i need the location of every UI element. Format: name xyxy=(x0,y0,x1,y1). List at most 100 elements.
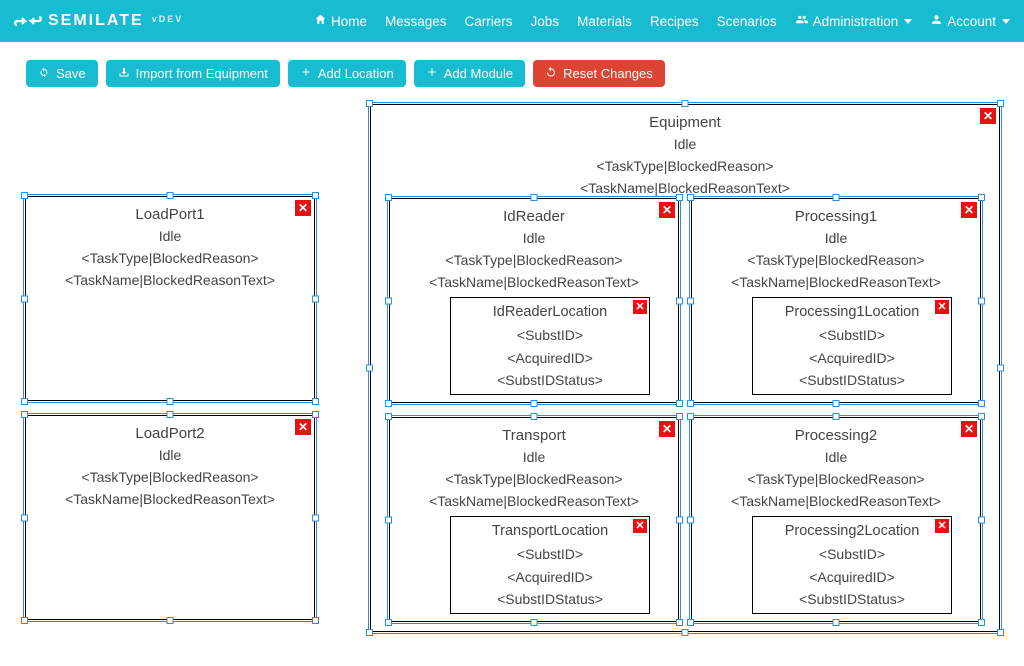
close-icon[interactable]: ✕ xyxy=(980,108,996,124)
location-l1: <SubstID> xyxy=(451,543,649,565)
import-button[interactable]: Import from Equipment xyxy=(106,60,280,87)
location-title: Processing2Location xyxy=(753,517,951,543)
nav-items: Home Messages Carriers Jobs Materials Re… xyxy=(314,13,1010,29)
diagram-canvas[interactable]: ✕ Equipment Idle <TaskType|BlockedReason… xyxy=(0,99,1024,659)
brand-logo-icon xyxy=(14,12,42,30)
close-icon[interactable]: ✕ xyxy=(935,300,949,314)
nav-materials[interactable]: Materials xyxy=(577,14,632,29)
nav-administration[interactable]: Administration xyxy=(795,13,913,29)
block-line2: <TaskName|BlockedReasonText> xyxy=(30,270,310,292)
add-location-button-label: Add Location xyxy=(318,66,394,81)
block-title: Transport xyxy=(394,424,674,447)
close-icon[interactable]: ✕ xyxy=(659,202,675,218)
block-line1: <TaskType|BlockedReason> xyxy=(696,250,976,272)
block-header: Equipment Idle <TaskType|BlockedReason> … xyxy=(371,105,999,201)
import-button-label: Import from Equipment xyxy=(136,66,268,81)
plus-icon xyxy=(426,66,438,81)
location-l3: <SubstIDStatus> xyxy=(451,369,649,391)
nav-account[interactable]: Account xyxy=(930,13,1010,29)
nav-scenarios[interactable]: Scenarios xyxy=(717,14,777,29)
block-state: Idle xyxy=(30,445,310,467)
nav-home[interactable]: Home xyxy=(314,13,367,29)
block-processing1-location[interactable]: ✕ Processing1Location <SubstID> <Acquire… xyxy=(752,297,952,395)
block-state: Idle xyxy=(30,226,310,248)
location-title: Processing1Location xyxy=(753,298,951,324)
brand[interactable]: SEMILATE vDEV xyxy=(14,12,183,30)
block-transport-location[interactable]: ✕ TransportLocation <SubstID> <AcquiredI… xyxy=(450,516,650,614)
block-title: LoadPort2 xyxy=(30,422,310,445)
close-icon[interactable]: ✕ xyxy=(961,202,977,218)
location-l1: <SubstID> xyxy=(451,324,649,346)
block-state: Idle xyxy=(394,447,674,469)
add-module-button-label: Add Module xyxy=(444,66,513,81)
block-header: Processing2 Idle <TaskType|BlockedReason… xyxy=(692,418,980,514)
close-icon[interactable]: ✕ xyxy=(961,421,977,437)
plus-icon xyxy=(300,66,312,81)
location-l1: <SubstID> xyxy=(753,543,951,565)
block-state: Idle xyxy=(394,228,674,250)
nav-recipes[interactable]: Recipes xyxy=(650,14,699,29)
block-line2: <TaskName|BlockedReasonText> xyxy=(696,272,976,294)
nav-administration-label: Administration xyxy=(813,14,899,29)
save-button-label: Save xyxy=(56,66,86,81)
block-header: LoadPort2 Idle <TaskType|BlockedReason> … xyxy=(26,416,314,512)
add-location-button[interactable]: Add Location xyxy=(288,60,406,87)
block-title: LoadPort1 xyxy=(30,203,310,226)
nav-messages[interactable]: Messages xyxy=(385,14,447,29)
block-title: IdReader xyxy=(394,205,674,228)
close-icon[interactable]: ✕ xyxy=(295,200,311,216)
nav-carriers[interactable]: Carriers xyxy=(465,14,513,29)
location-l3: <SubstIDStatus> xyxy=(753,588,951,610)
block-line1: <TaskType|BlockedReason> xyxy=(696,469,976,491)
close-icon[interactable]: ✕ xyxy=(659,421,675,437)
user-icon xyxy=(930,13,943,29)
location-l2: <AcquiredID> xyxy=(451,566,649,588)
block-idreader-location[interactable]: ✕ IdReaderLocation <SubstID> <AcquiredID… xyxy=(450,297,650,395)
block-line1: <TaskType|BlockedReason> xyxy=(394,469,674,491)
refresh-icon xyxy=(38,66,50,81)
block-loadport1[interactable]: ✕ LoadPort1 Idle <TaskType|BlockedReason… xyxy=(25,196,315,401)
location-l2: <AcquiredID> xyxy=(753,566,951,588)
toolbar: Save Import from Equipment Add Location … xyxy=(0,42,1024,99)
block-line2: <TaskName|BlockedReasonText> xyxy=(394,272,674,294)
chevron-down-icon xyxy=(904,19,912,24)
block-line2: <TaskName|BlockedReasonText> xyxy=(696,491,976,513)
block-transport[interactable]: ✕ Transport Idle <TaskType|BlockedReason… xyxy=(389,417,679,622)
add-module-button[interactable]: Add Module xyxy=(414,60,525,87)
block-title: Processing2 xyxy=(696,424,976,447)
block-processing2[interactable]: ✕ Processing2 Idle <TaskType|BlockedReas… xyxy=(691,417,981,622)
block-loadport2[interactable]: ✕ LoadPort2 Idle <TaskType|BlockedReason… xyxy=(25,415,315,620)
nav-jobs[interactable]: Jobs xyxy=(531,14,560,29)
close-icon[interactable]: ✕ xyxy=(633,519,647,533)
block-title: Equipment xyxy=(375,111,995,134)
block-line2: <TaskName|BlockedReasonText> xyxy=(394,491,674,513)
close-icon[interactable]: ✕ xyxy=(295,419,311,435)
chevron-down-icon xyxy=(1002,19,1010,24)
block-state: Idle xyxy=(375,134,995,156)
block-idreader[interactable]: ✕ IdReader Idle <TaskType|BlockedReason>… xyxy=(389,198,679,403)
save-button[interactable]: Save xyxy=(26,60,98,87)
block-processing2-location[interactable]: ✕ Processing2Location <SubstID> <Acquire… xyxy=(752,516,952,614)
location-l3: <SubstIDStatus> xyxy=(451,588,649,610)
block-processing1[interactable]: ✕ Processing1 Idle <TaskType|BlockedReas… xyxy=(691,198,981,403)
block-header: Processing1 Idle <TaskType|BlockedReason… xyxy=(692,199,980,295)
close-icon[interactable]: ✕ xyxy=(633,300,647,314)
brand-name: SEMILATE xyxy=(48,12,144,30)
close-icon[interactable]: ✕ xyxy=(935,519,949,533)
nav-home-label: Home xyxy=(331,14,367,29)
block-line1: <TaskType|BlockedReason> xyxy=(30,467,310,489)
download-icon xyxy=(118,66,130,81)
block-line2: <TaskName|BlockedReasonText> xyxy=(30,489,310,511)
block-line2: <TaskName|BlockedReasonText> xyxy=(375,178,995,200)
block-state: Idle xyxy=(696,228,976,250)
reset-button[interactable]: Reset Changes xyxy=(533,60,665,87)
block-title: Processing1 xyxy=(696,205,976,228)
block-header: Transport Idle <TaskType|BlockedReason> … xyxy=(390,418,678,514)
block-line1: <TaskType|BlockedReason> xyxy=(375,156,995,178)
block-line1: <TaskType|BlockedReason> xyxy=(394,250,674,272)
block-equipment[interactable]: ✕ Equipment Idle <TaskType|BlockedReason… xyxy=(370,104,1000,632)
location-title: IdReaderLocation xyxy=(451,298,649,324)
nav-account-label: Account xyxy=(947,14,996,29)
reset-button-label: Reset Changes xyxy=(563,66,653,81)
admin-icon xyxy=(795,13,809,29)
